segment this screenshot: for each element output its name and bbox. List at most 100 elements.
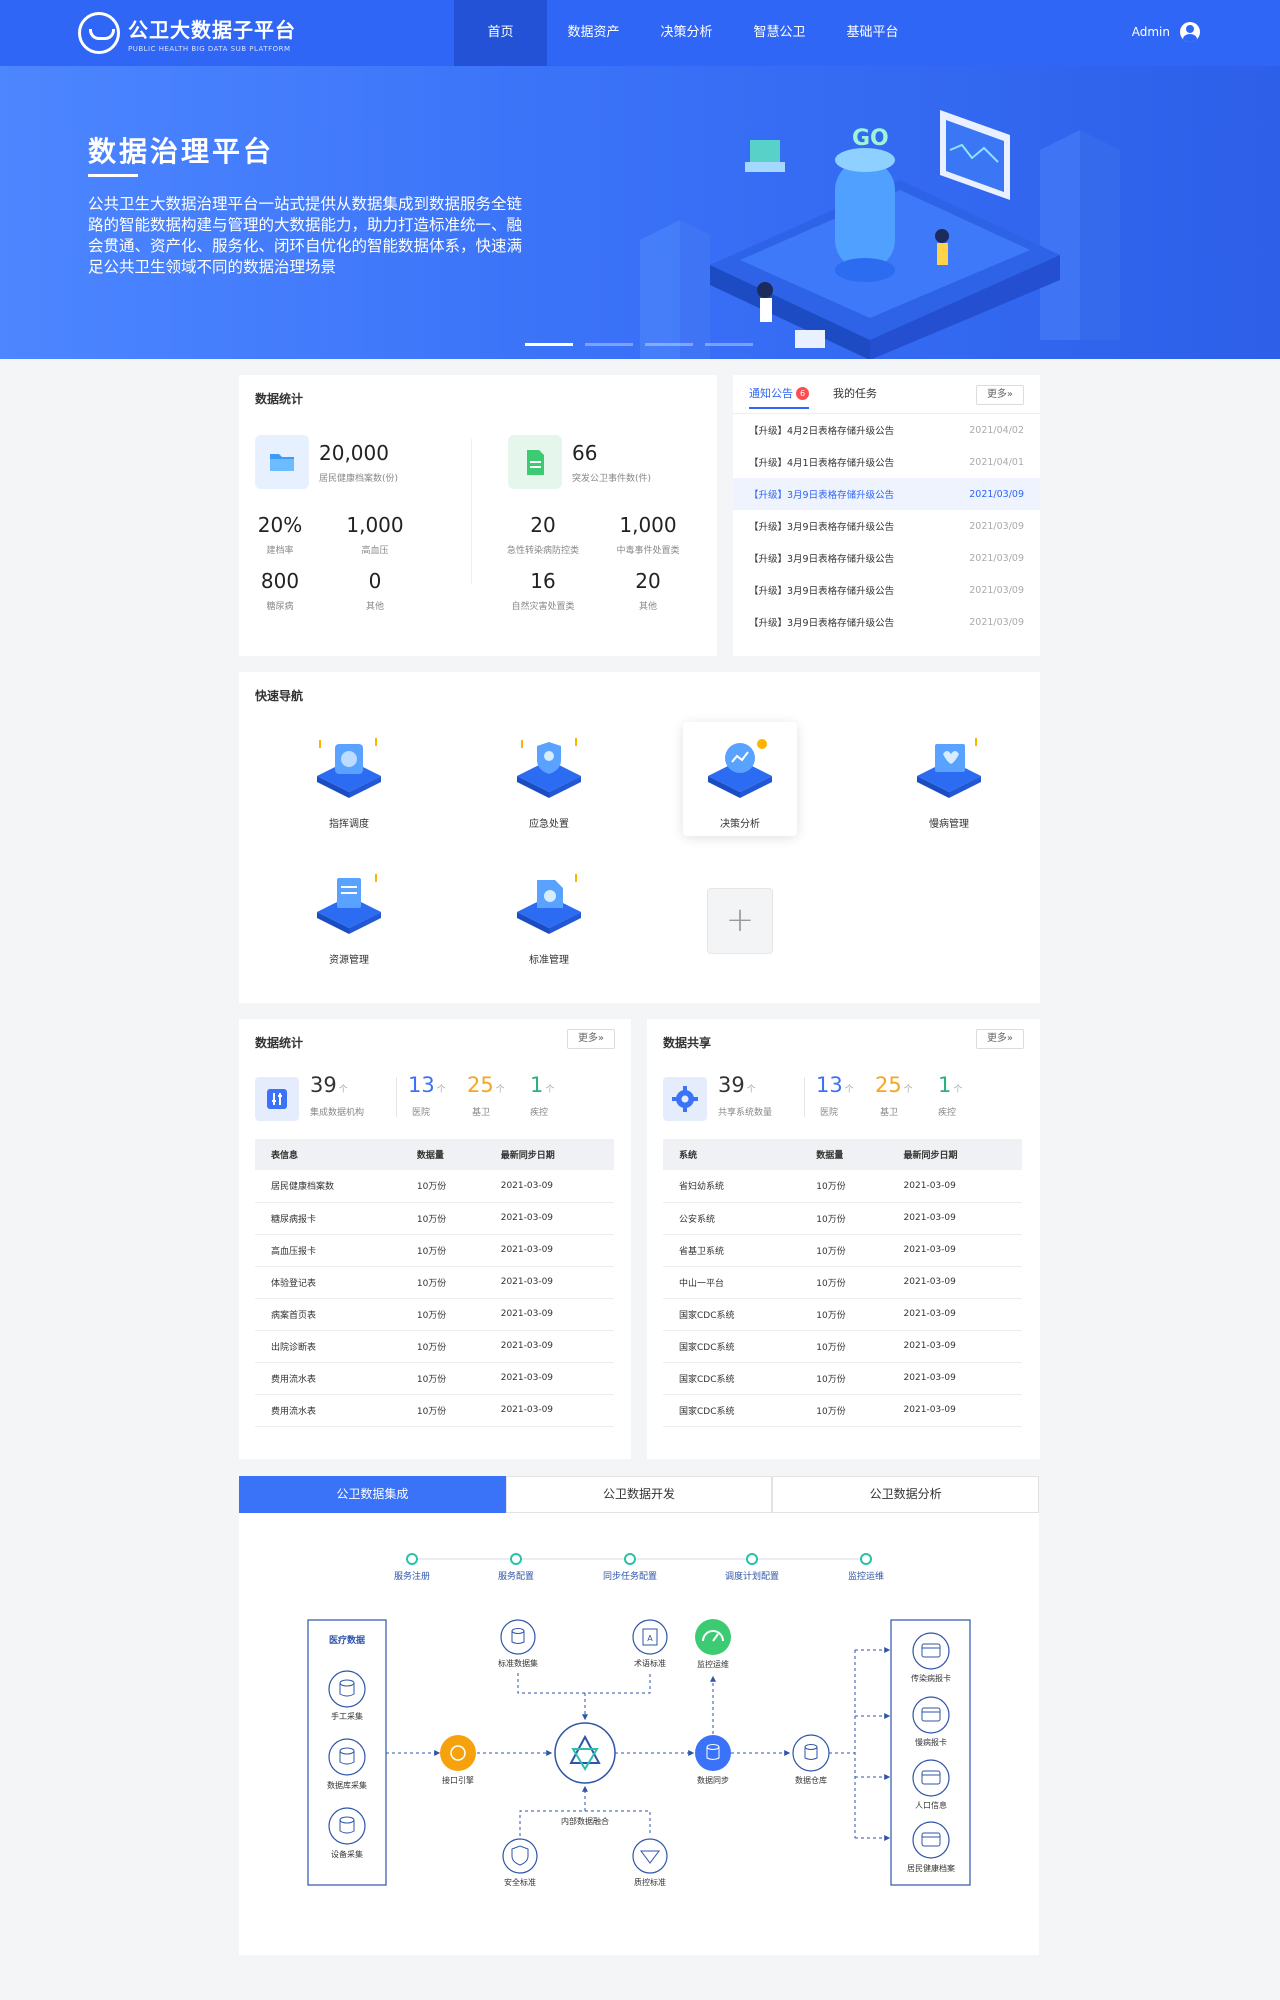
table-row[interactable]: 国家CDC系统 10万份 2021-03-09 bbox=[663, 1298, 1022, 1331]
stat-value: 800 bbox=[260, 569, 300, 593]
notice-date: 2021/04/02 bbox=[969, 424, 1024, 436]
table-row[interactable]: 病案首页表 10万份 2021-03-09 bbox=[255, 1298, 614, 1331]
card-icon[interactable] bbox=[912, 1696, 950, 1734]
nav-smart-health[interactable]: 智慧公卫 bbox=[733, 0, 826, 66]
table-row[interactable]: 糖尿病报卡 10万份 2021-03-09 bbox=[255, 1202, 614, 1235]
data-stats-card: 数据统计 更多» 39 个 集成数据机构 13 个 医院 25 个 基卫 1个 疾控 … bbox=[239, 1019, 631, 1459]
logo[interactable]: 公卫大数据子平台 PUBLIC HEALTH BIG DATA SUB PLAT… bbox=[78, 12, 296, 54]
stat-value: 16 bbox=[530, 569, 556, 593]
table-row[interactable]: 国家CDC系统 10万份 2021-03-09 bbox=[663, 1330, 1022, 1363]
tab-data-development[interactable]: 公卫数据开发 bbox=[505, 1476, 773, 1513]
health-record-count: 20,000 bbox=[319, 441, 389, 465]
quicknav-command-dispatch[interactable]: 指挥调度 bbox=[292, 722, 406, 836]
nav-data-assets[interactable]: 数据资产 bbox=[547, 0, 640, 66]
table-row[interactable]: 国家CDC系统 10万份 2021-03-09 bbox=[663, 1394, 1022, 1427]
carousel-dot-4[interactable] bbox=[705, 343, 753, 346]
nav-home[interactable]: 首页 bbox=[454, 0, 547, 66]
tab-notice[interactable]: 通知公告 6 bbox=[749, 385, 809, 409]
nav-base-platform[interactable]: 基础平台 bbox=[826, 0, 919, 66]
shared-system-label: 共享系统数量 bbox=[718, 1108, 773, 1118]
list-item[interactable]: 【升级】4月2日表格存储升级公告 2021/04/02 bbox=[733, 414, 1040, 446]
quicknav-emergency[interactable]: 应急处置 bbox=[492, 722, 606, 836]
data-warehouse-icon[interactable] bbox=[792, 1734, 830, 1772]
quicknav-decision-analysis[interactable]: 决策分析 bbox=[683, 722, 797, 836]
tab-my-tasks[interactable]: 我的任务 bbox=[833, 385, 877, 409]
column-header[interactable]: 系统 bbox=[663, 1139, 801, 1170]
list-item[interactable]: 【升级】4月1日表格存储升级公告 2021/04/01 bbox=[733, 446, 1040, 478]
table-row[interactable]: 费用流水表 10万份 2021-03-09 bbox=[255, 1362, 614, 1395]
table-row[interactable]: 居民健康档案数 10万份 2021-03-09 bbox=[255, 1170, 614, 1203]
security-shield-icon[interactable] bbox=[502, 1838, 538, 1874]
table-row[interactable]: 体验登记表 10万份 2021-03-09 bbox=[255, 1266, 614, 1299]
top-node-label: 术语标准 bbox=[634, 1658, 666, 1668]
table-cell: 2021-03-09 bbox=[484, 1362, 614, 1395]
table-cell: 10万份 bbox=[800, 1298, 888, 1331]
column-header[interactable]: 最新同步日期 bbox=[887, 1139, 1022, 1170]
unit-label: 个 bbox=[495, 1085, 505, 1095]
table-row[interactable]: 省妇幼系统 10万份 2021-03-09 bbox=[663, 1170, 1022, 1203]
column-header[interactable]: 数据量 bbox=[800, 1139, 888, 1170]
notice-title: 【升级】3月9日表格存储升级公告 bbox=[749, 554, 895, 565]
quality-check-icon[interactable] bbox=[632, 1838, 668, 1874]
table-row[interactable]: 高血压报卡 10万份 2021-03-09 bbox=[255, 1234, 614, 1267]
table-cell: 糖尿病报卡 bbox=[255, 1202, 401, 1235]
data-share-table: 系统 数据量 最新同步日期 省妇幼系统 10万份 2021-03-09 公安系统 10… bbox=[663, 1139, 1022, 1427]
list-item[interactable]: 【升级】3月9日表格存储升级公告 2021/03/09 bbox=[733, 606, 1040, 638]
table-row[interactable]: 国家CDC系统 10万份 2021-03-09 bbox=[663, 1362, 1022, 1395]
column-header[interactable]: 最新同步日期 bbox=[484, 1139, 614, 1170]
quicknav-chronic-disease[interactable]: 慢病管理 bbox=[892, 722, 1006, 836]
standard-dataset-icon[interactable] bbox=[500, 1619, 536, 1655]
stats-divider bbox=[471, 439, 472, 584]
stat-value: 1,000 bbox=[619, 513, 677, 537]
column-header[interactable]: 表信息 bbox=[255, 1139, 401, 1170]
card-icon[interactable] bbox=[912, 1759, 950, 1797]
nav-decision-analysis[interactable]: 决策分析 bbox=[640, 0, 733, 66]
table-cell: 10万份 bbox=[800, 1266, 888, 1299]
notice-title: 【升级】3月9日表格存储升级公告 bbox=[749, 618, 895, 629]
interface-engine-icon[interactable] bbox=[440, 1735, 476, 1771]
list-item[interactable]: 【升级】3月9日表格存储升级公告 2021/03/09 bbox=[733, 478, 1040, 510]
data-sync-icon[interactable] bbox=[695, 1735, 731, 1771]
table-row[interactable]: 省基卫系统 10万份 2021-03-09 bbox=[663, 1234, 1022, 1267]
table-row[interactable]: 出院诊断表 10万份 2021-03-09 bbox=[255, 1330, 614, 1363]
card-icon[interactable] bbox=[912, 1632, 950, 1670]
carousel-dot-2[interactable] bbox=[585, 343, 633, 346]
stat-value: 20 bbox=[530, 513, 556, 537]
database-icon[interactable] bbox=[328, 1807, 366, 1845]
table-row[interactable]: 中山一平台 10万份 2021-03-09 bbox=[663, 1266, 1022, 1299]
carousel-dot-1[interactable] bbox=[525, 343, 573, 346]
table-row[interactable]: 公安系统 10万份 2021-03-09 bbox=[663, 1202, 1022, 1235]
logo-subtitle: PUBLIC HEALTH BIG DATA SUB PLATFORM bbox=[128, 44, 291, 53]
quicknav-standard-management[interactable]: 标准管理 bbox=[492, 858, 606, 972]
database-icon[interactable] bbox=[328, 1670, 366, 1708]
unit-label: 个 bbox=[746, 1085, 756, 1095]
card-icon[interactable] bbox=[912, 1821, 950, 1859]
summary-divider bbox=[396, 1077, 397, 1117]
database-icon[interactable] bbox=[328, 1738, 366, 1776]
avatar[interactable] bbox=[1180, 22, 1200, 42]
output-label: 人口信息 bbox=[915, 1800, 947, 1810]
step-dot bbox=[746, 1553, 758, 1565]
stat-value: 20 bbox=[635, 569, 661, 593]
data-stats-more-button[interactable]: 更多» bbox=[567, 1029, 615, 1049]
tab-data-analysis[interactable]: 公卫数据分析 bbox=[772, 1476, 1040, 1513]
internal-fusion-label: 内部数据融合 bbox=[561, 1816, 609, 1826]
quicknav-resource-management[interactable]: 资源管理 bbox=[292, 858, 406, 972]
column-header[interactable]: 数据量 bbox=[400, 1139, 485, 1170]
list-item[interactable]: 【升级】3月9日表格存储升级公告 2021/03/09 bbox=[733, 574, 1040, 606]
add-shortcut-button[interactable]: + bbox=[707, 888, 773, 954]
notice-more-button[interactable]: 更多» bbox=[976, 385, 1024, 405]
list-item[interactable]: 【升级】3月9日表格存储升级公告 2021/03/09 bbox=[733, 510, 1040, 542]
logo-title: 公卫大数据子平台 bbox=[128, 17, 296, 42]
table-cell: 10万份 bbox=[400, 1330, 485, 1363]
terminology-standard-icon[interactable]: A bbox=[632, 1619, 668, 1655]
data-share-more-button[interactable]: 更多» bbox=[976, 1029, 1024, 1049]
list-item[interactable]: 【升级】3月9日表格存储升级公告 2021/03/09 bbox=[733, 542, 1040, 574]
unit-label: 个 bbox=[436, 1085, 446, 1095]
tab-data-integration[interactable]: 公卫数据集成 bbox=[239, 1476, 506, 1513]
data-hub-icon[interactable] bbox=[554, 1722, 616, 1784]
user-menu[interactable]: Admin bbox=[1132, 22, 1200, 42]
monitor-gauge-icon[interactable] bbox=[695, 1619, 731, 1655]
table-row[interactable]: 费用流水表 10万份 2021-03-09 bbox=[255, 1394, 614, 1427]
carousel-dot-3[interactable] bbox=[645, 343, 693, 346]
